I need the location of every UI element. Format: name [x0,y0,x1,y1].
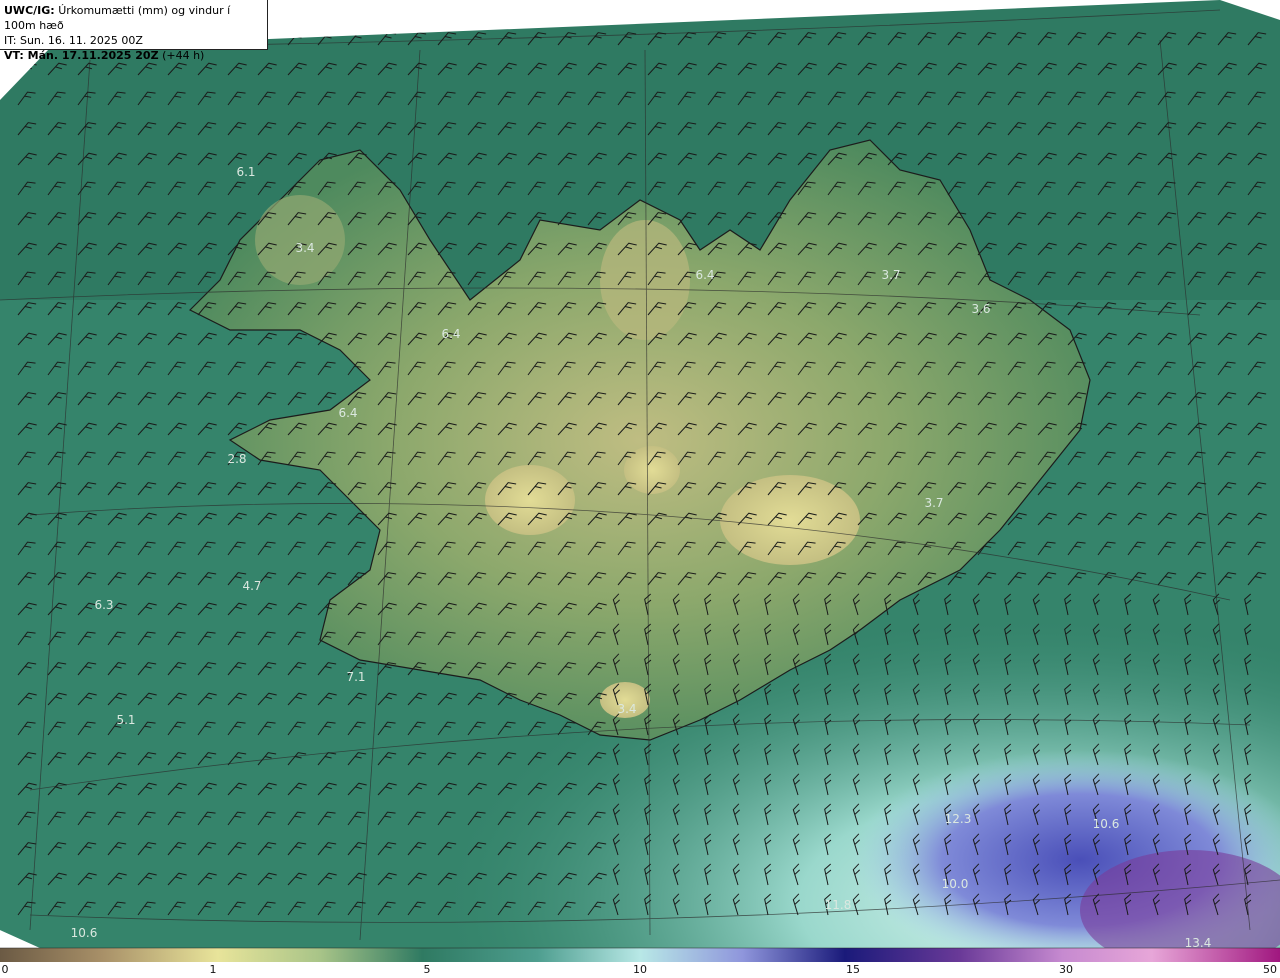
value-label: 6.4 [441,327,461,341]
value-label: 6.1 [236,165,256,179]
value-label: 2.8 [227,452,247,466]
value-label: 13.4 [1184,936,1212,950]
colorbar-tick: 1 [209,963,217,976]
westfjords-highland [255,195,345,285]
colorbar [0,948,1280,962]
map-stage: UWC/IG: Úrkomumætti (mm) og vindur í 100… [0,0,1280,978]
value-label: 10.6 [1092,817,1120,831]
value-label: 3.7 [924,496,944,510]
colorbar-labels: 0 1 5 10 15 30 50 [0,962,1280,978]
value-label: 10.0 [941,877,969,891]
value-label: 3.4 [295,241,315,255]
header-info-box: UWC/IG: Úrkomumætti (mm) og vindur í 100… [0,0,268,62]
value-label: 11.8 [824,898,852,912]
value-label: 12.3 [944,812,972,826]
value-label: 3.7 [881,268,901,282]
model-name: UWC/IG: [4,4,55,17]
value-label: 6.4 [338,406,358,420]
valid-time: VT: Mán. 17.11.2025 20Z [4,49,159,62]
initial-time: IT: Sun. 16. 11. 2025 00Z [4,34,143,47]
lead-time: (+44 h) [162,49,205,62]
value-label: 3.6 [971,302,991,316]
colorbar-tick: 5 [423,963,431,976]
colorbar-tick: 50 [1263,963,1277,976]
value-label: 5.1 [116,713,136,727]
value-label: 10.6 [70,926,98,940]
value-label: 3.4 [617,702,637,716]
map-domain [0,0,1280,948]
value-label: 7.1 [346,670,366,684]
value-label: 4.7 [242,579,262,593]
weather-map[interactable] [0,0,1280,978]
value-label: 6.3 [94,598,114,612]
colorbar-tick: 10 [633,963,647,976]
colorbar-tick: 15 [846,963,860,976]
colorbar-tick: 0 [1,963,9,976]
colorbar-tick: 30 [1059,963,1073,976]
value-label: 6.4 [695,268,715,282]
highland-north [600,220,690,340]
